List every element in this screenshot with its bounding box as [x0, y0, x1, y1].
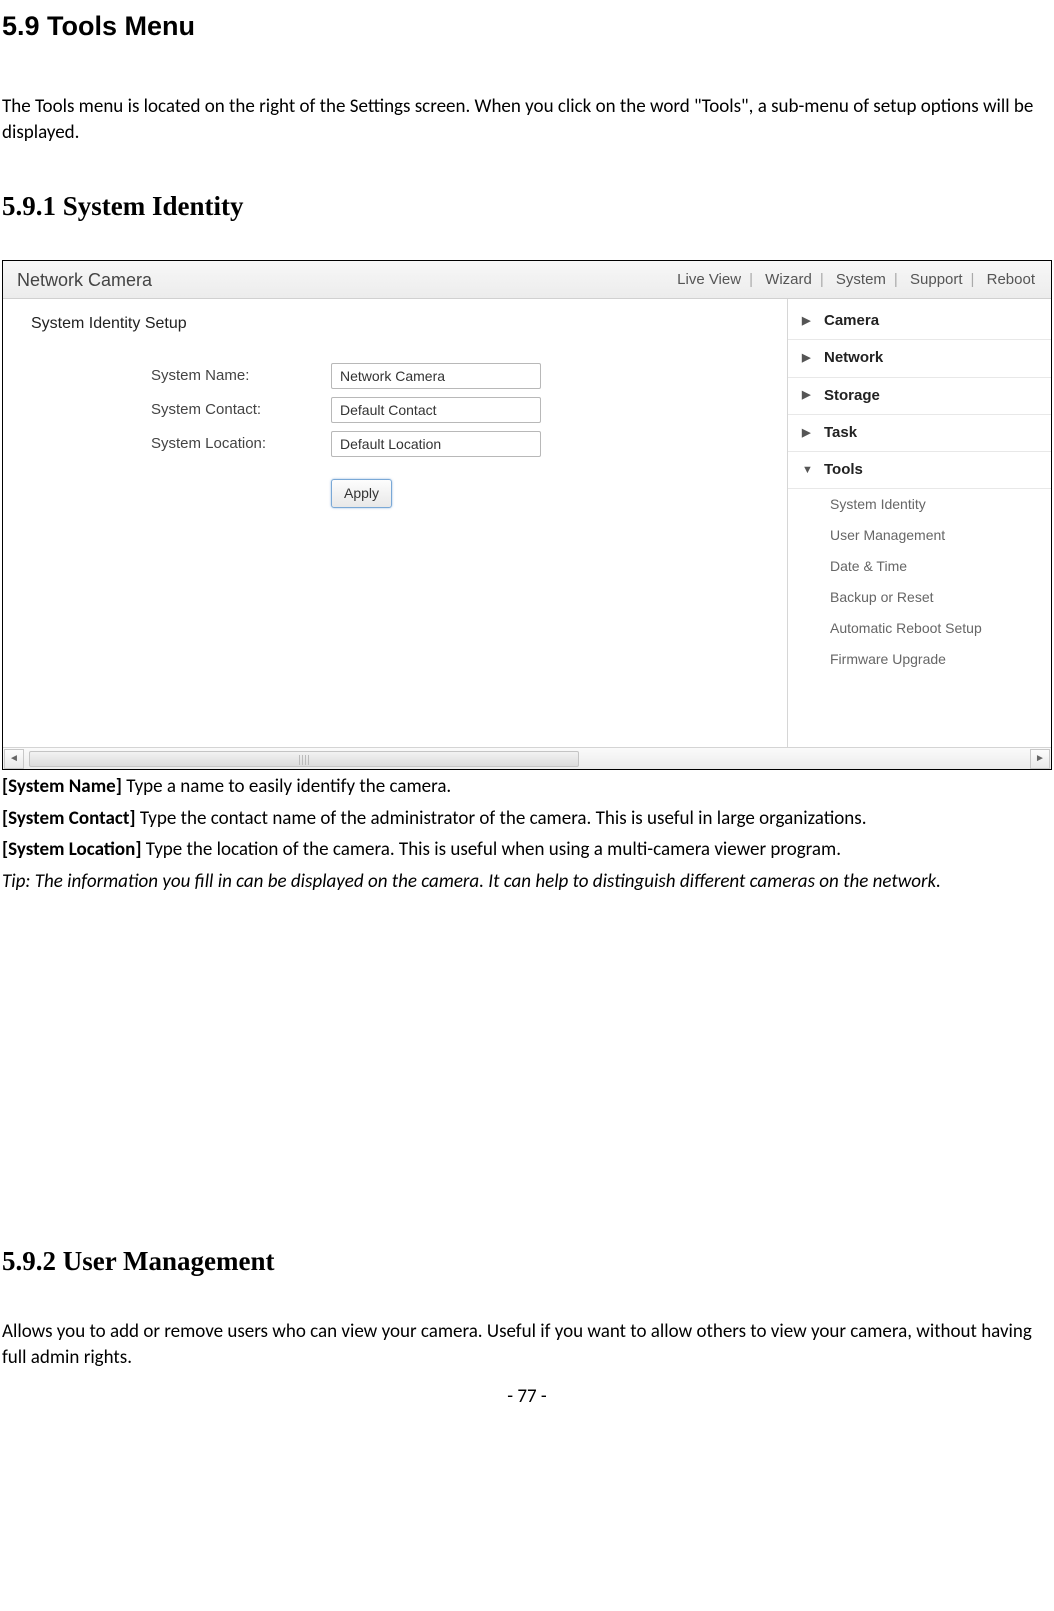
sidebar-item-camera[interactable]: ▶Camera	[788, 303, 1051, 340]
chevron-right-icon: ▶	[802, 388, 814, 403]
sidebar: ▶Camera ▶Network ▶Storage ▶Task ▼Tools S…	[787, 299, 1051, 747]
nav-system[interactable]: System	[836, 271, 886, 288]
sidebar-item-storage[interactable]: ▶Storage	[788, 378, 1051, 415]
tip-text: Tip: The information you fill in can be …	[2, 869, 1052, 895]
app-header: Network Camera Live View| Wizard| System…	[3, 261, 1051, 299]
sidebar-sub-date-time[interactable]: Date & Time	[788, 551, 1051, 582]
subsection-heading-user-mgmt: 5.9.2 User Management	[2, 1243, 1052, 1279]
header-nav: Live View| Wizard| System| Support| Rebo…	[677, 270, 1035, 290]
chevron-down-icon: ▼	[802, 463, 814, 478]
main-panel: System Identity Setup System Name: Syste…	[3, 299, 787, 747]
nav-support[interactable]: Support	[910, 271, 963, 288]
sidebar-sub-system-identity[interactable]: System Identity	[788, 489, 1051, 520]
apply-button[interactable]: Apply	[331, 479, 392, 508]
horizontal-scrollbar[interactable]: ◄ ►	[3, 747, 1051, 769]
sidebar-item-task[interactable]: ▶Task	[788, 415, 1051, 452]
scroll-thumb[interactable]	[29, 751, 579, 767]
page-number: - 77 -	[2, 1384, 1052, 1410]
system-location-input[interactable]	[331, 431, 541, 457]
subsection-heading-identity: 5.9.1 System Identity	[2, 188, 1052, 224]
system-name-label: System Name:	[151, 366, 331, 386]
nav-live-view[interactable]: Live View	[677, 271, 741, 288]
scroll-track[interactable]	[27, 749, 1027, 769]
system-identity-screenshot: Network Camera Live View| Wizard| System…	[2, 260, 1052, 770]
sidebar-sub-firmware-upgrade[interactable]: Firmware Upgrade	[788, 644, 1051, 675]
chevron-right-icon: ▶	[802, 314, 814, 329]
system-contact-input[interactable]	[331, 397, 541, 423]
system-location-label: System Location:	[151, 434, 331, 454]
system-name-input[interactable]	[331, 363, 541, 389]
sidebar-sub-backup-reset[interactable]: Backup or Reset	[788, 582, 1051, 613]
chevron-right-icon: ▶	[802, 426, 814, 441]
app-title: Network Camera	[17, 268, 152, 292]
sidebar-sub-user-management[interactable]: User Management	[788, 520, 1051, 551]
chevron-right-icon: ▶	[802, 351, 814, 366]
section-heading: 5.9 Tools Menu	[2, 8, 1052, 44]
desc-system-contact: [System Contact] Type the contact name o…	[2, 806, 1052, 832]
scroll-right-icon[interactable]: ►	[1030, 749, 1050, 769]
sidebar-item-tools[interactable]: ▼Tools	[788, 452, 1051, 489]
intro-paragraph: The Tools menu is located on the right o…	[2, 94, 1052, 145]
panel-title: System Identity Setup	[31, 313, 775, 335]
sidebar-item-network[interactable]: ▶Network	[788, 340, 1051, 377]
scroll-left-icon[interactable]: ◄	[4, 749, 24, 769]
sidebar-sub-auto-reboot[interactable]: Automatic Reboot Setup	[788, 613, 1051, 644]
desc-system-location: [System Location] Type the location of t…	[2, 837, 1052, 863]
nav-reboot[interactable]: Reboot	[987, 271, 1035, 288]
system-contact-label: System Contact:	[151, 400, 331, 420]
user-management-paragraph: Allows you to add or remove users who ca…	[2, 1319, 1052, 1370]
desc-system-name: [System Name] Type a name to easily iden…	[2, 774, 1052, 800]
nav-wizard[interactable]: Wizard	[765, 271, 812, 288]
